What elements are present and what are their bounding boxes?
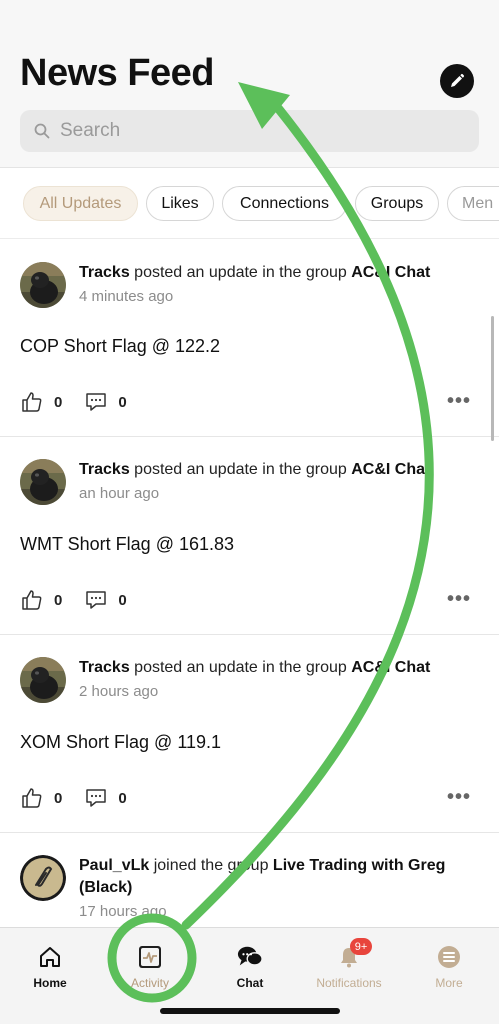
feed-item-headline: Tracks posted an update in the group AC&… — [79, 657, 479, 679]
timestamp: an hour ago — [79, 485, 160, 502]
post-actions: 0 0 — [20, 388, 149, 416]
filter-chip-connections[interactable]: Connections — [222, 186, 347, 221]
thumbs-up-icon — [22, 788, 42, 808]
comment-icon — [86, 789, 107, 807]
avatar[interactable] — [20, 855, 66, 901]
tab-home[interactable]: Home — [0, 928, 100, 990]
feed-item-headline: Tracks posted an update in the group AC&… — [79, 459, 479, 481]
notification-badge: 9+ — [350, 938, 372, 955]
pencil-icon — [451, 73, 465, 87]
more-options-icon[interactable]: ••• — [447, 588, 471, 611]
author-link[interactable]: Tracks — [79, 461, 130, 478]
tab-label: Activity — [130, 976, 169, 990]
like-count: 0 — [54, 591, 63, 609]
compose-button[interactable] — [440, 64, 474, 98]
chat-icon — [237, 944, 263, 970]
home-indicator — [160, 1008, 340, 1014]
group-link[interactable]: AC&I Chat — [351, 264, 430, 281]
feed-item: Tracks posted an update in the group AC&… — [0, 240, 499, 437]
like-count: 0 — [54, 393, 63, 411]
tab-chat[interactable]: Chat — [200, 928, 300, 990]
filter-bar: All Updates Likes Connections Groups Men — [0, 169, 499, 239]
group-link[interactable]: AC&I Chat — [351, 659, 430, 676]
header: News Feed Search — [0, 0, 499, 168]
comment-count: 0 — [118, 393, 127, 411]
filter-chip-mentions[interactable]: Men — [447, 186, 499, 221]
action-text: posted an update in the group — [129, 264, 352, 281]
comment-button[interactable]: 0 — [84, 786, 127, 810]
filter-chip-groups[interactable]: Groups — [355, 186, 439, 221]
thumbs-up-icon — [22, 590, 42, 610]
timestamp: 17 hours ago — [79, 903, 167, 920]
avatar[interactable] — [20, 657, 66, 703]
tab-more[interactable]: More — [399, 928, 499, 990]
more-options-icon[interactable]: ••• — [447, 786, 471, 809]
tab-activity[interactable]: Activity — [100, 928, 200, 990]
comment-icon — [86, 393, 107, 411]
filter-chip-likes[interactable]: Likes — [146, 186, 214, 221]
like-button[interactable]: 0 — [20, 588, 62, 612]
like-button[interactable]: 0 — [20, 786, 62, 810]
comment-count: 0 — [118, 591, 127, 609]
author-link[interactable]: Tracks — [79, 264, 130, 281]
page-title: News Feed — [20, 52, 215, 94]
comment-count: 0 — [118, 789, 127, 807]
filter-chip-all-updates[interactable]: All Updates — [23, 186, 138, 221]
action-text: joined the group — [149, 857, 273, 874]
timestamp: 2 hours ago — [79, 683, 159, 700]
search-icon — [32, 121, 52, 141]
tab-label: Notifications — [316, 976, 382, 990]
post-actions: 0 0 — [20, 784, 149, 812]
home-icon — [37, 944, 63, 970]
action-text: posted an update in the group — [129, 659, 352, 676]
post-content: WMT Short Flag @ 161.83 — [20, 534, 235, 554]
group-link[interactable]: AC&I Chat — [351, 461, 430, 478]
tab-notifications[interactable]: 9+ Notifications — [299, 928, 399, 990]
more-icon — [436, 944, 462, 970]
timestamp: 4 minutes ago — [79, 288, 174, 305]
action-text: posted an update in the group — [129, 461, 352, 478]
avatar[interactable] — [20, 262, 66, 308]
feed-item: Paul_vLk joined the group Live Trading w… — [0, 833, 499, 927]
comment-icon — [86, 591, 107, 609]
search-input[interactable]: Search — [20, 110, 479, 152]
tab-label: Chat — [236, 976, 264, 990]
search-placeholder: Search — [60, 120, 121, 141]
bell-icon: 9+ — [336, 938, 372, 970]
like-count: 0 — [54, 789, 63, 807]
tab-label: More — [435, 976, 463, 990]
feed-item-headline: Tracks posted an update in the group AC&… — [79, 262, 479, 284]
avatar[interactable] — [20, 459, 66, 505]
scrollbar[interactable] — [491, 316, 494, 441]
comment-button[interactable]: 0 — [84, 588, 127, 612]
author-link[interactable]: Paul_vLk — [79, 857, 149, 874]
tab-label: Home — [33, 976, 67, 990]
more-options-icon[interactable]: ••• — [447, 390, 471, 413]
feed-item-headline: Paul_vLk joined the group Live Trading w… — [79, 855, 459, 899]
post-content: XOM Short Flag @ 119.1 — [20, 732, 222, 752]
thumbs-up-icon — [22, 392, 42, 412]
comment-button[interactable]: 0 — [84, 390, 127, 414]
feed-item: Tracks posted an update in the group AC&… — [0, 635, 499, 833]
author-link[interactable]: Tracks — [79, 659, 130, 676]
activity-icon — [137, 944, 163, 970]
post-actions: 0 0 — [20, 586, 149, 614]
feed-item: Tracks posted an update in the group AC&… — [0, 437, 499, 635]
post-content: COP Short Flag @ 122.2 — [20, 336, 221, 356]
like-button[interactable]: 0 — [20, 390, 62, 414]
